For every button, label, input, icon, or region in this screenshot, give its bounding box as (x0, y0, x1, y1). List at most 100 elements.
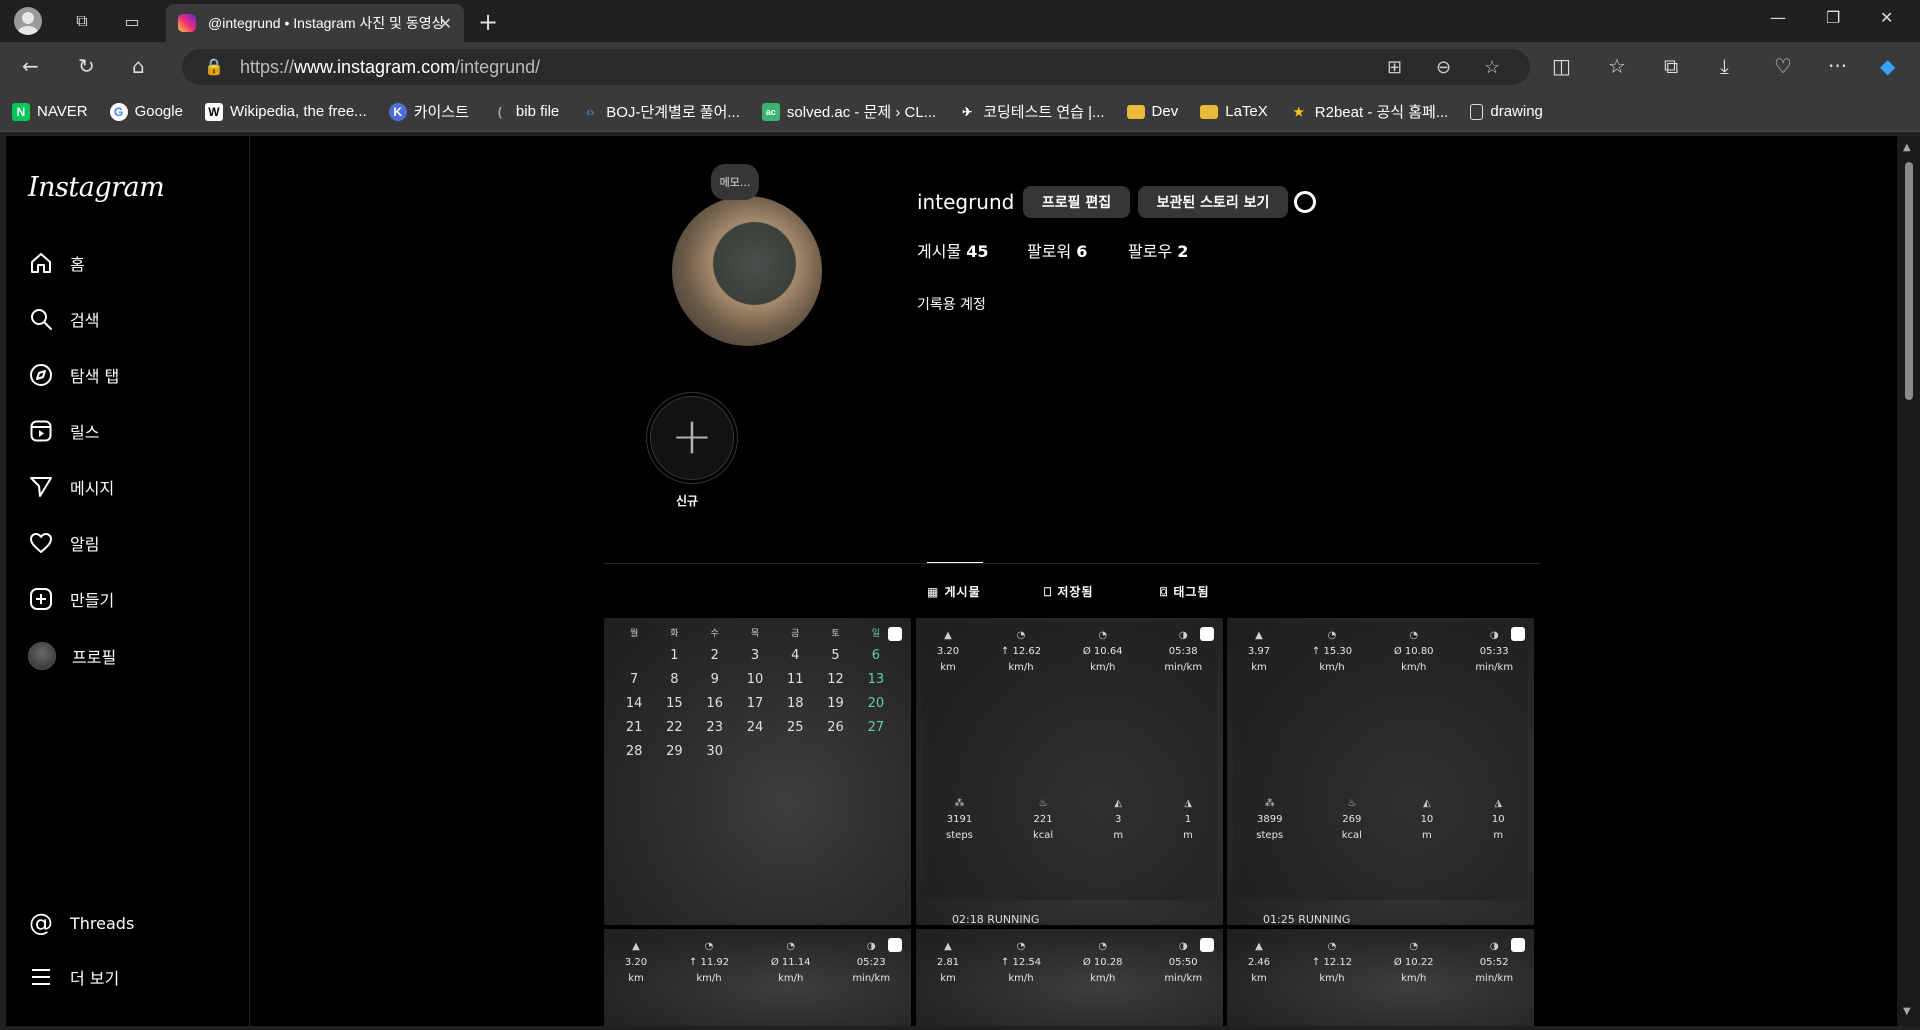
profile-note-bubble[interactable]: 메모... (711, 164, 759, 200)
instagram-logo[interactable]: Instagram (28, 172, 165, 203)
new-tab-icon[interactable]: + (478, 8, 498, 36)
window-close-icon[interactable]: ✕ (1880, 8, 1893, 27)
copilot-icon[interactable]: ◆ (1880, 54, 1895, 78)
refresh-icon[interactable]: ↻ (78, 54, 95, 78)
speed-icon: ◔ (1409, 941, 1419, 952)
scroll-thumb[interactable] (1905, 162, 1913, 400)
tag-icon: ⌼ (1160, 585, 1174, 599)
tab-actions-icon[interactable]: ▭ (118, 7, 146, 35)
metric: ◑ 05:52 min/km (1475, 941, 1514, 984)
downloads-icon[interactable]: ⤓ (1720, 54, 1729, 78)
kaist-icon: K (388, 102, 407, 121)
bookmark-boj[interactable]: ‹› BOJ-단계별로 풀어... (581, 101, 740, 122)
bookmark-naver[interactable]: N NAVER (12, 102, 88, 121)
sidebar-item-threads[interactable]: @ Threads (28, 909, 134, 937)
edit-profile-button[interactable]: 프로필 편집 (1023, 186, 1130, 218)
bookmark-bib-file[interactable]: (bib file (491, 103, 559, 121)
calendar-day (614, 648, 654, 663)
more-menu-icon[interactable]: ··· (1828, 54, 1847, 78)
collections-icon[interactable]: ⧉ (1664, 54, 1678, 78)
browser-tab-instagram[interactable]: @integrund • Instagram 사진 및 동영상 ✕ (166, 4, 464, 42)
sidebar-item-label: 검색 (70, 311, 100, 330)
address-bar[interactable]: 🔒 https://www.instagram.com/integrund/ ⊞… (182, 49, 1530, 85)
active-tab-indicator (927, 562, 983, 563)
new-highlight-button[interactable]: + (650, 396, 734, 480)
bookmark-folder-dev[interactable]: Dev (1126, 103, 1178, 120)
restore-icon[interactable]: ❐ (1826, 8, 1840, 27)
calendar-day: 15 (666, 696, 683, 711)
speed-icon: ◔ (1016, 630, 1026, 641)
post-tile[interactable]: ▲ 3.97 km ◔ ↑ 15.30 km/h ◔ Ø 10.80 km/h ◑ 05:33… (1227, 618, 1534, 925)
split-screen-icon[interactable]: ◫ (1552, 54, 1571, 78)
url-host: www.instagram.com (294, 56, 456, 77)
app-available-icon[interactable]: ⊞ (1387, 57, 1402, 78)
shoe-icon: ▲ (632, 941, 640, 952)
sidebar-item-explore[interactable]: 탐색 탭 (28, 362, 119, 388)
bookmark-r2beat[interactable]: ★ R2beat - 공식 홈페... (1290, 101, 1448, 122)
followers-stat[interactable]: 팔로워 6 (1027, 238, 1087, 262)
calendar-day: 10 (746, 672, 764, 687)
sidebar-item-reels[interactable]: 릴스 (28, 418, 99, 444)
archive-button[interactable]: 보관된 스토리 보기 (1138, 186, 1288, 218)
plus-square-icon (28, 586, 54, 612)
elevation-down-icon: ◮ (1184, 798, 1192, 809)
metric: ◔ ↑ 15.30 km/h (1311, 630, 1353, 673)
zoom-icon[interactable]: ⊖ (1436, 57, 1451, 78)
post-tile[interactable]: ▲ 3.20 km ◔ ↑ 12.62 km/h ◔ Ø 10.64 km/h ◑ 05:38… (916, 618, 1223, 925)
calendar-weekday: 목 (750, 629, 760, 639)
scroll-up-icon[interactable]: ▲ (1903, 142, 1911, 153)
bookmark-folder-latex[interactable]: LaTeX (1200, 103, 1268, 120)
sidebar-item-profile[interactable]: 프로필 (28, 642, 116, 670)
browser-essentials-icon[interactable]: ♡ (1774, 54, 1792, 78)
bookmark-kaist[interactable]: K 카이스트 (388, 101, 469, 122)
settings-gear-icon[interactable] (1294, 191, 1316, 213)
browser-tab-bar: ⧉ ▭ @integrund • Instagram 사진 및 동영상 ✕ + … (0, 0, 1920, 42)
scroll-down-icon[interactable]: ▼ (1903, 1006, 1911, 1017)
home-icon[interactable]: ⌂ (132, 54, 145, 78)
tab-posts[interactable]: ▦ 게시물 (927, 583, 981, 600)
calendar-weekday: 수 (710, 629, 719, 639)
favorites-icon[interactable]: ☆ (1608, 54, 1626, 78)
url-prefix: https:// (240, 56, 295, 77)
bookmark-wikipedia[interactable]: W Wikipedia, the free... (204, 102, 367, 121)
following-stat[interactable]: 팔로우 2 (1128, 238, 1188, 262)
bookmark-solved-ac[interactable]: ac solved.ac - 문제 › CL... (761, 101, 936, 122)
sidebar-item-messages[interactable]: 메시지 (28, 474, 114, 500)
programmers-icon: ✈ (962, 104, 973, 119)
sidebar-item-more[interactable]: 더 보기 (28, 964, 119, 990)
minimize-icon[interactable]: — (1770, 8, 1786, 27)
post-tile-calendar[interactable]: 월 화 수 목 금 토 일 1 2 3 4 5 6 7 8 9 10 11 12 13 14 15 16 17 18 19 20 21… (604, 618, 911, 925)
profile-photo[interactable] (672, 196, 822, 346)
post-tile[interactable]: ▲ 2.81 km ◔ ↑ 12.54 km/h ◔ Ø 10.28 km/h ◑ 05:50… (916, 929, 1223, 1026)
browser-profile-icon[interactable] (14, 7, 42, 35)
tab-saved[interactable]: ⎕ 저장됨 (1044, 583, 1094, 600)
calendar-day: 14 (625, 696, 643, 711)
page-scrollbar[interactable]: ▲ ▼ (1897, 136, 1920, 1026)
sidebar-item-create[interactable]: 만들기 (28, 586, 114, 612)
new-highlight-label: 신규 (676, 494, 699, 508)
sidebar-item-notifications[interactable]: 알림 (28, 530, 99, 556)
bookmark-drawing[interactable]: drawing (1470, 103, 1543, 120)
profile-username: integrund (917, 190, 1015, 214)
bookmark-google[interactable]: G Google (109, 102, 183, 121)
sidebar-item-home[interactable]: 홈 (28, 250, 85, 276)
tab-tagged[interactable]: ⌼ 태그됨 (1160, 583, 1210, 600)
bookmark-icon: ⎕ (1044, 585, 1058, 599)
bookmark-coding-test[interactable]: ✈ 코딩테스트 연습 |... (958, 101, 1104, 122)
favorite-star-icon[interactable]: ☆ (1484, 57, 1500, 78)
metric: ◭ 3 m (1113, 798, 1124, 841)
post-tile[interactable]: ▲ 3.20 km ◔ ↑ 11.92 km/h ◔ Ø 11.14 km/h ◑ 05:23… (604, 929, 911, 1026)
metrics-row-top: ▲ 3.20 km ◔ ↑ 12.62 km/h ◔ Ø 10.64 km/h ◑ 05:38… (916, 628, 1223, 676)
back-icon[interactable]: ← (22, 54, 39, 78)
lock-icon[interactable]: 🔒 (204, 57, 224, 77)
metrics-row-bottom: ⁂ 3191 steps ♨ 221 kcal ◭ 3 m ◮ 1 m (916, 796, 1223, 844)
metric: ♨ 269 kcal (1341, 798, 1362, 841)
workspaces-icon[interactable]: ⧉ (68, 7, 96, 35)
close-tab-icon[interactable]: ✕ (439, 14, 452, 33)
shoe-icon: ▲ (944, 630, 952, 641)
metric: ▲ 3.97 km (1247, 630, 1271, 673)
sidebar-item-label: 만들기 (70, 591, 115, 610)
profile-bio: 기록용 계정 (917, 297, 986, 313)
post-tile[interactable]: ▲ 2.46 km ◔ ↑ 12.12 km/h ◔ Ø 10.22 km/h ◑ 05:52… (1227, 929, 1534, 1026)
sidebar-item-search[interactable]: 검색 (28, 306, 99, 332)
